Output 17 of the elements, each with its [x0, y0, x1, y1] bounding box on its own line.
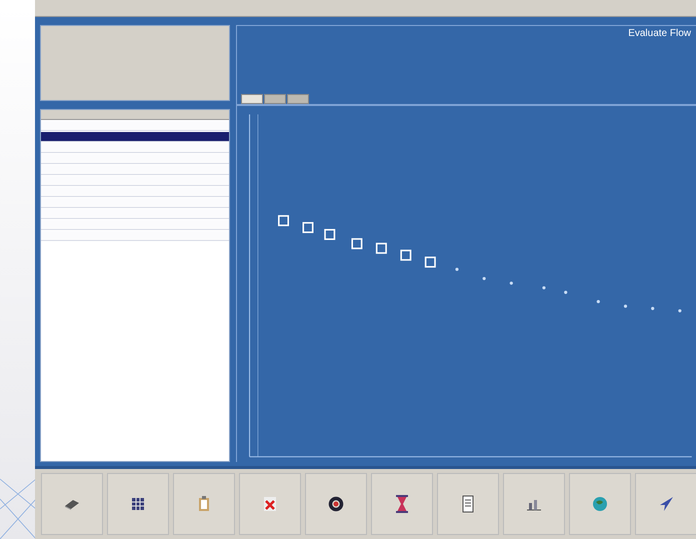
grid-icon	[131, 497, 145, 511]
clipboard-icon	[198, 496, 210, 512]
eraser-icon	[63, 497, 81, 511]
hourglass-icon	[395, 495, 409, 513]
tab[interactable]	[241, 94, 263, 104]
globe-icon	[592, 496, 608, 512]
toolbar-button[interactable]	[305, 473, 367, 535]
ring-icon	[328, 496, 344, 512]
list-row[interactable]	[41, 132, 229, 142]
tab[interactable]	[287, 94, 309, 104]
pointer-arrow-icon	[658, 496, 674, 512]
delete-icon	[263, 496, 277, 512]
window-title: Evaluate Flow	[628, 28, 691, 39]
toolbar-button[interactable]	[107, 473, 169, 535]
bar-chart-icon	[526, 497, 542, 511]
tab[interactable]	[264, 94, 286, 104]
document-icon	[462, 495, 474, 513]
